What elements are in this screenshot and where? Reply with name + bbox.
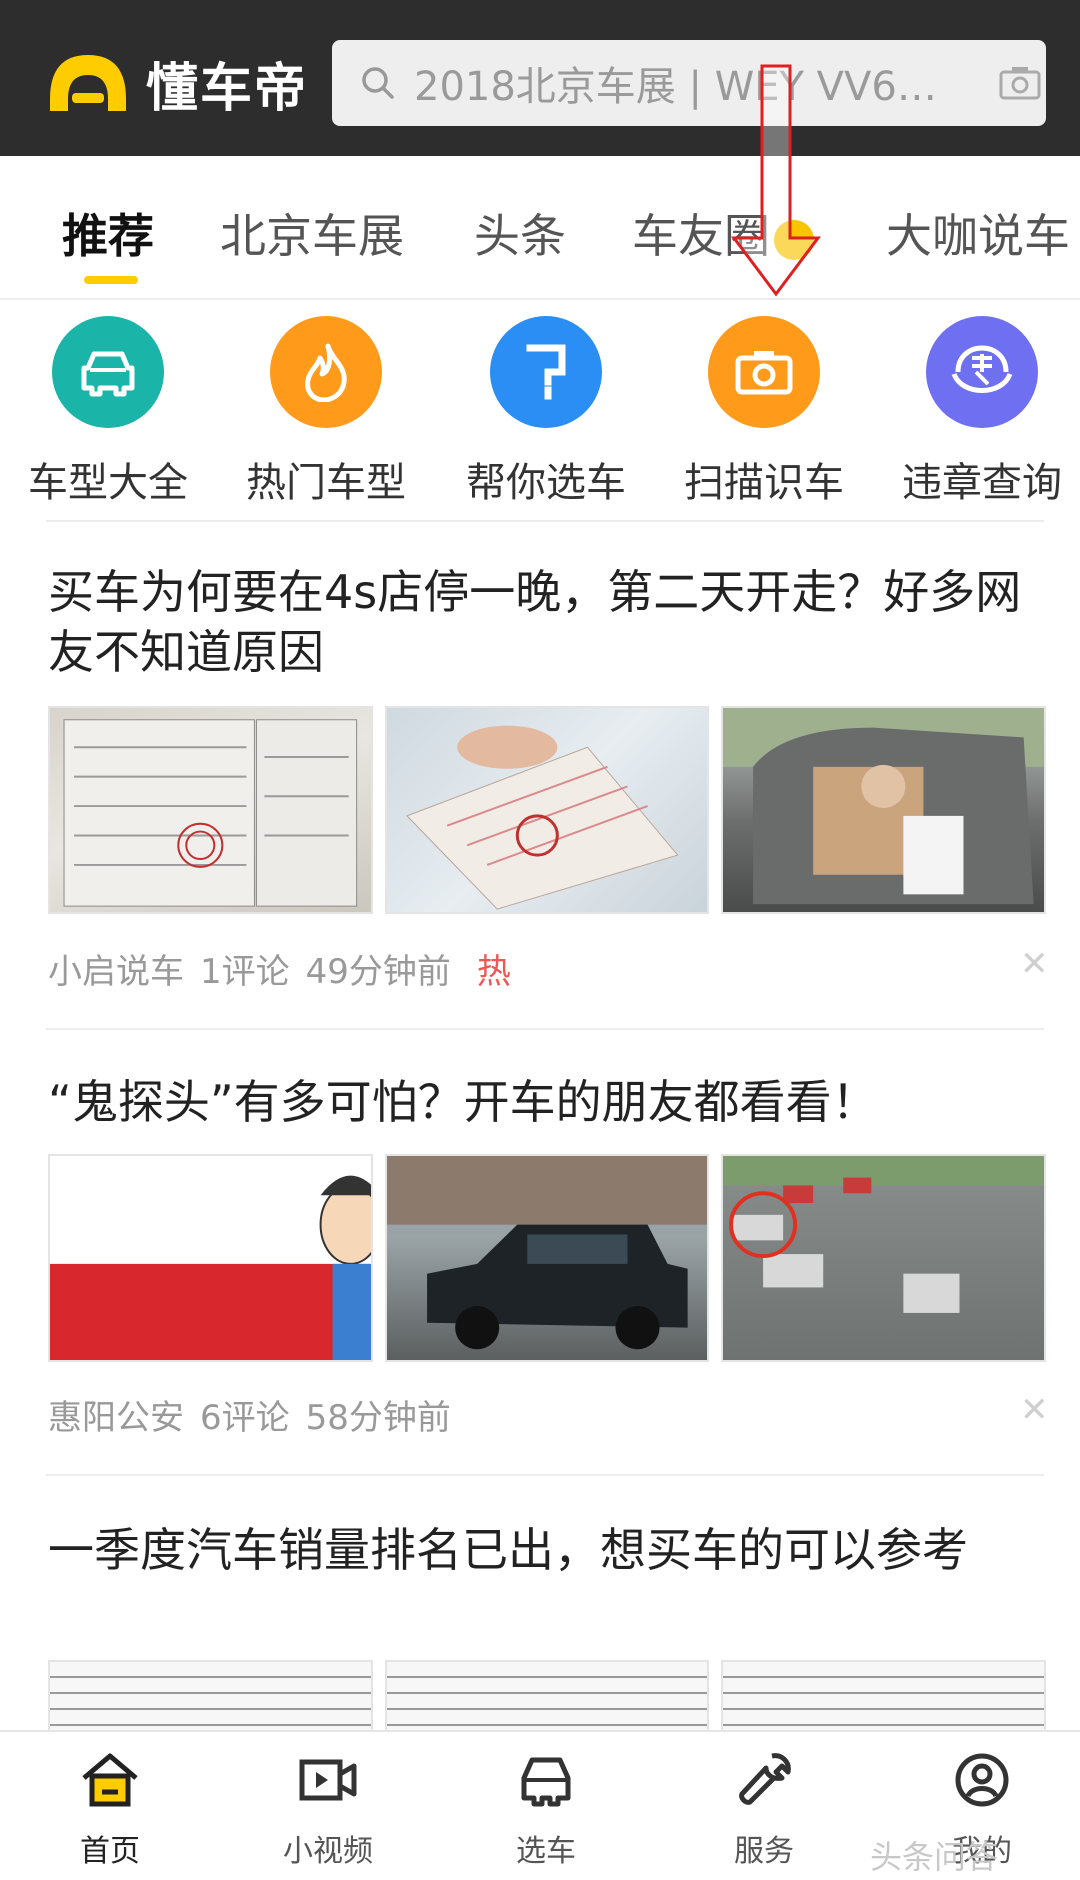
quick-entry-label: 热门车型 bbox=[246, 460, 406, 506]
profile-icon bbox=[955, 1753, 1009, 1807]
thumbnail-cartoon bbox=[48, 1154, 373, 1362]
nav-short-video[interactable]: 小视频 bbox=[248, 1750, 408, 1870]
thumbnail-sales-table bbox=[721, 1660, 1046, 1730]
search-icon bbox=[362, 67, 394, 99]
article-thumbnails[interactable] bbox=[48, 706, 1047, 914]
video-icon bbox=[299, 1759, 357, 1801]
close-icon[interactable]: ✕ bbox=[1020, 1390, 1049, 1430]
nav-service[interactable]: 服务 bbox=[684, 1750, 844, 1870]
comment-count: 1评论 bbox=[200, 952, 290, 992]
divider bbox=[46, 520, 1044, 522]
wrench-icon bbox=[739, 1753, 791, 1805]
nav-home[interactable]: 首页 bbox=[30, 1750, 190, 1870]
quick-entry-label: 帮你选车 bbox=[466, 460, 626, 506]
article-source[interactable]: 小启说车 bbox=[48, 952, 184, 992]
article-source[interactable]: 惠阳公安 bbox=[48, 1398, 184, 1438]
nav-choose-car[interactable]: 选车 bbox=[466, 1750, 626, 1870]
arrow-down-icon bbox=[731, 64, 821, 297]
tab-beijing-auto-show[interactable]: 北京车展 bbox=[220, 200, 404, 266]
quick-entry-help-choose[interactable]: 帮你选车 bbox=[446, 316, 646, 508]
quick-entry-all-models[interactable]: 车型大全 bbox=[8, 316, 208, 508]
thumbnail-car-interior bbox=[721, 706, 1047, 914]
watermark-text: 头条问答 bbox=[870, 1838, 999, 1876]
app-logo[interactable]: 懂车帝 bbox=[44, 46, 308, 121]
home-icon bbox=[82, 1753, 138, 1807]
comment-count: 6评论 bbox=[200, 1398, 290, 1438]
app-header: 懂车帝 2018北京车展 | WEY VV6… bbox=[0, 0, 1080, 156]
app-name: 懂车帝 bbox=[146, 59, 309, 119]
car-icon bbox=[521, 1757, 571, 1807]
divider bbox=[46, 1028, 1044, 1030]
quick-entry-scan-car[interactable]: 扫描识车 bbox=[664, 316, 864, 508]
camera-icon[interactable] bbox=[998, 64, 1042, 102]
nav-label: 选车 bbox=[516, 1834, 576, 1869]
article-thumbnails[interactable] bbox=[48, 1660, 1046, 1730]
car-icon bbox=[52, 316, 164, 428]
publish-time: 58分钟前 bbox=[305, 1398, 451, 1438]
nav-label: 服务 bbox=[734, 1834, 794, 1869]
tab-recommend[interactable]: 推荐 bbox=[62, 200, 154, 266]
tab-expert-talk[interactable]: 大咖说车 bbox=[886, 200, 1070, 266]
close-icon[interactable]: ✕ bbox=[1020, 944, 1049, 984]
article-meta: 惠阳公安 6评论 58分钟前 bbox=[48, 1390, 467, 1439]
article-title[interactable]: “鬼探头”有多可怕？开车的朋友都看看！ bbox=[48, 1072, 1038, 1132]
thumbnail-pickup-truck bbox=[384, 1154, 710, 1362]
thumbnail-sales-table bbox=[384, 1660, 710, 1730]
quick-entry-label: 违章查询 bbox=[902, 460, 1062, 506]
quick-entry-label: 扫描识车 bbox=[684, 460, 844, 506]
thumbnail-street-traffic bbox=[721, 1154, 1047, 1362]
publish-time: 49分钟前 bbox=[305, 952, 451, 992]
thumbnail-sales-table bbox=[48, 1660, 373, 1730]
article-meta: 小启说车 1评论 49分钟前热 bbox=[48, 944, 527, 993]
thumbnail-document bbox=[48, 706, 373, 914]
quick-entries: 车型大全 热门车型 帮你选车 扫描识车 违章查询 bbox=[0, 300, 1080, 520]
quick-entry-hot-models[interactable]: 热门车型 bbox=[226, 316, 426, 508]
logo-icon bbox=[50, 54, 126, 111]
traffic-police-icon bbox=[926, 316, 1038, 428]
camera-icon bbox=[708, 316, 820, 428]
question-icon bbox=[490, 316, 602, 428]
divider bbox=[46, 1474, 1044, 1476]
quick-entry-violation-query[interactable]: 违章查询 bbox=[882, 316, 1080, 508]
channel-tabs: 推荐 北京车展 头条 车友圈 大咖说车 bbox=[0, 156, 1080, 300]
flame-icon bbox=[270, 316, 382, 428]
article-title[interactable]: 一季度汽车销量排名已出，想买车的可以参考 bbox=[48, 1520, 1038, 1580]
nav-label: 小视频 bbox=[283, 1834, 373, 1869]
thumbnail-registration-card bbox=[384, 706, 710, 914]
quick-entry-label: 车型大全 bbox=[28, 460, 188, 506]
active-tab-indicator bbox=[84, 276, 138, 284]
article-thumbnails[interactable] bbox=[48, 1154, 1047, 1362]
search-input[interactable]: 2018北京车展 | WEY VV6… bbox=[414, 54, 954, 112]
nav-label: 首页 bbox=[80, 1834, 140, 1869]
search-bar[interactable]: 2018北京车展 | WEY VV6… bbox=[332, 40, 1046, 126]
hot-badge: 热 bbox=[476, 952, 511, 992]
tab-headlines[interactable]: 头条 bbox=[474, 200, 566, 266]
article-title[interactable]: 买车为何要在4s店停一晚，第二天开走？好多网友不知道原因 bbox=[48, 562, 1038, 682]
